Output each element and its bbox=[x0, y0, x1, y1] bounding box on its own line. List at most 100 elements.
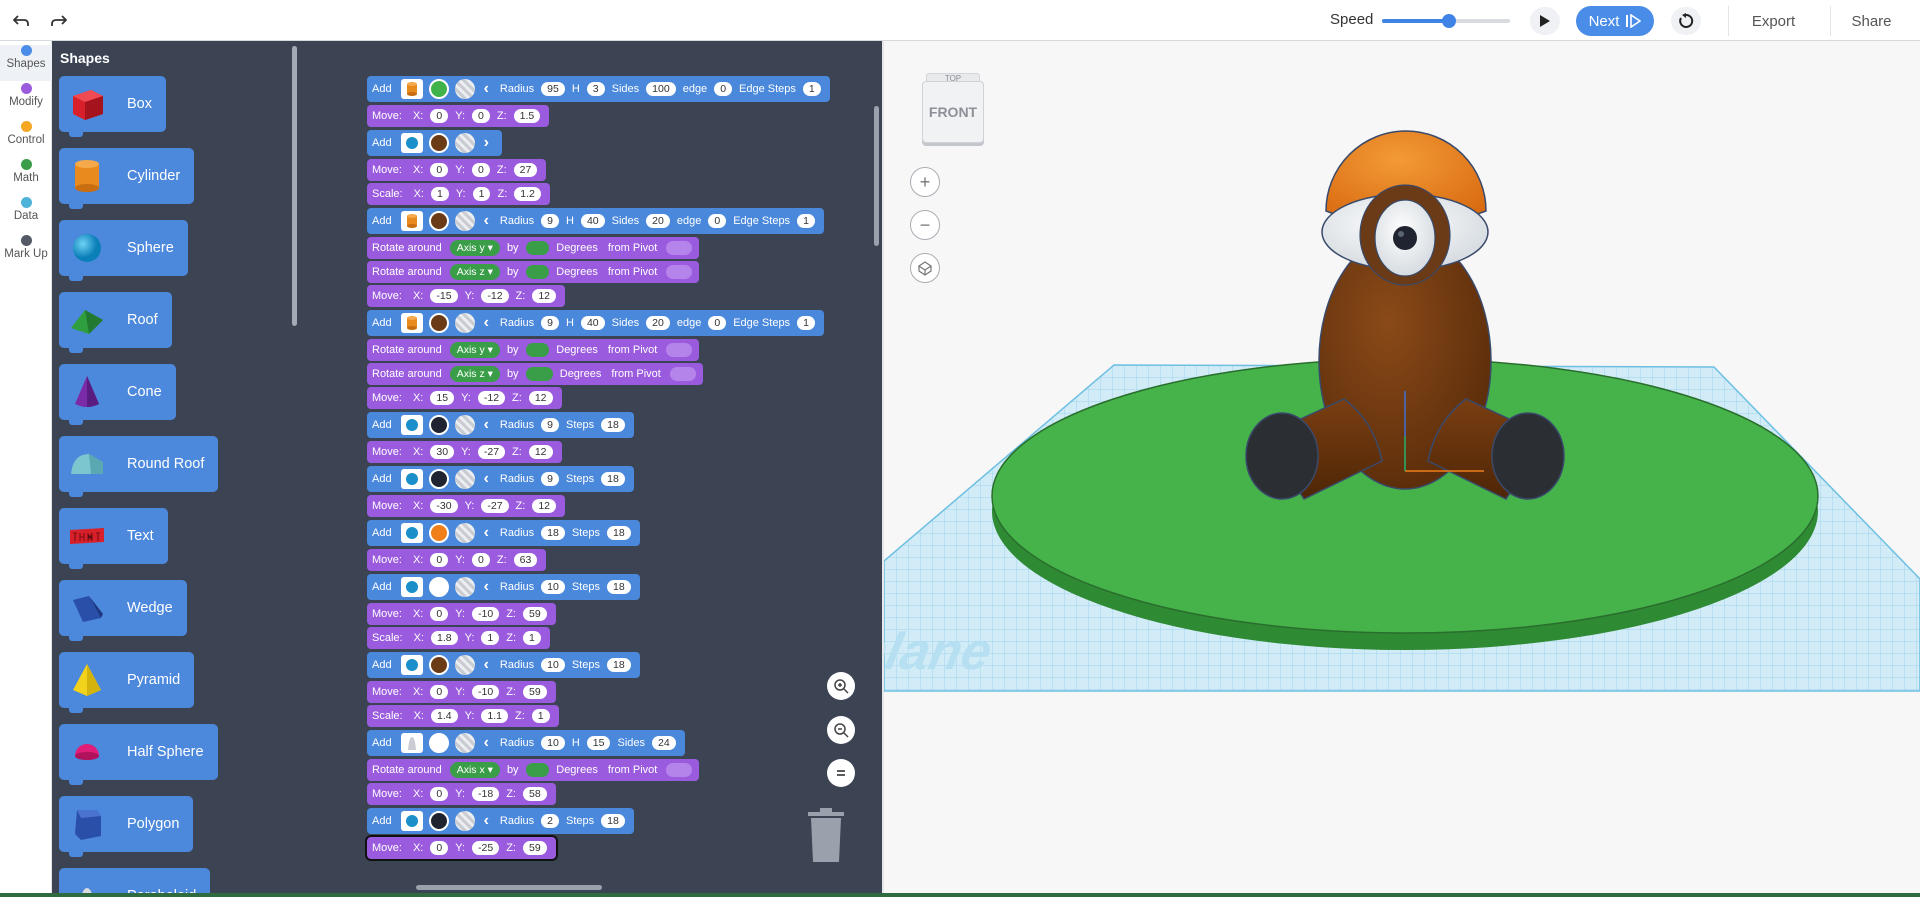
sphere-icon[interactable] bbox=[400, 523, 423, 543]
add-block[interactable]: Add ‹ Radius 9 H 40 Sides 20 edge 0 Edge Ste… bbox=[367, 208, 824, 234]
cylinder-icon[interactable] bbox=[400, 211, 423, 231]
speed-slider-thumb[interactable] bbox=[1441, 14, 1456, 28]
number-input[interactable]: 15 bbox=[586, 736, 611, 750]
axis-dropdown[interactable]: Axis z ▾ bbox=[449, 264, 500, 280]
number-input[interactable]: 10 bbox=[541, 580, 565, 594]
add-block[interactable]: Add ‹ Radius 10 Steps 18 bbox=[367, 652, 640, 678]
view-cube[interactable]: TOP FRONT bbox=[922, 73, 986, 145]
number-input[interactable]: -10 bbox=[472, 685, 500, 699]
hole-toggle[interactable] bbox=[454, 79, 475, 99]
number-input[interactable]: 1 bbox=[531, 709, 550, 723]
number-input[interactable]: 15 bbox=[430, 391, 455, 405]
chevron-left-icon[interactable]: ‹ bbox=[484, 416, 489, 434]
add-block[interactable]: Add ‹ Radius 18 Steps 18 bbox=[367, 520, 640, 546]
number-input[interactable]: -30 bbox=[430, 499, 458, 513]
share-button[interactable]: Share bbox=[1830, 6, 1912, 36]
play-button[interactable] bbox=[1530, 7, 1560, 35]
number-input[interactable]: -15 bbox=[430, 289, 458, 303]
chevron-left-icon[interactable]: ‹ bbox=[484, 656, 489, 674]
pivot-slot[interactable] bbox=[666, 343, 693, 357]
add-block[interactable]: Add ‹ Radius 9 H 40 Sides 20 edge 0 Edge Ste… bbox=[367, 310, 824, 336]
number-input[interactable]: 0 bbox=[714, 82, 733, 96]
number-input[interactable]: 24 bbox=[652, 736, 676, 750]
shape-pyramid[interactable]: Pyramid bbox=[59, 652, 195, 713]
move-block[interactable]: Move: X: 15 Y: -12 Z: 12 bbox=[367, 387, 562, 409]
shape-polygon[interactable]: Polygon bbox=[59, 796, 194, 857]
number-input[interactable]: 9 bbox=[541, 418, 559, 432]
chevron-right-icon[interactable]: › bbox=[484, 134, 489, 152]
hole-toggle[interactable] bbox=[454, 415, 475, 435]
rotate-block[interactable]: Rotate around Axis y ▾ by 90 Degrees from… bbox=[367, 339, 700, 361]
number-input[interactable]: 1 bbox=[523, 631, 541, 645]
number-input[interactable]: 3 bbox=[586, 82, 605, 96]
move-block[interactable]: Move: X: 0 Y: 0 Z: 1.5 bbox=[367, 105, 550, 127]
number-input[interactable]: 18 bbox=[601, 472, 625, 486]
number-input[interactable]: 0 bbox=[430, 163, 449, 177]
color-swatch[interactable] bbox=[428, 133, 449, 153]
viewport-home-button[interactable] bbox=[910, 253, 940, 283]
shape-half-sphere[interactable]: Half Sphere bbox=[59, 724, 218, 785]
viewport-zoom-in-button[interactable]: + bbox=[910, 167, 940, 197]
hole-toggle[interactable] bbox=[454, 211, 475, 231]
scale-block[interactable]: Scale: X: 1.8 Y: 1 Z: 1 bbox=[367, 627, 550, 649]
number-input[interactable]: 0 bbox=[472, 553, 490, 567]
export-button[interactable]: Export bbox=[1728, 6, 1818, 36]
number-input[interactable]: 0 bbox=[430, 841, 449, 855]
add-block[interactable]: Add ‹ Radius 9 Steps 18 bbox=[367, 466, 634, 492]
number-input[interactable]: 59 bbox=[522, 841, 547, 855]
number-input[interactable]: 1.8 bbox=[430, 631, 458, 645]
rotate-block[interactable]: Rotate around Axis z ▾ by -45 Degrees fro… bbox=[367, 363, 703, 385]
paraboloid-icon[interactable] bbox=[400, 733, 423, 753]
add-block[interactable]: Add ‹ Radius 10 H 15 Sides 24 bbox=[367, 730, 685, 756]
axis-dropdown[interactable]: Axis y ▾ bbox=[449, 240, 500, 256]
color-swatch[interactable] bbox=[428, 211, 449, 231]
move-block[interactable]: Move: X: 0 Y: 0 Z: 63 bbox=[367, 549, 547, 571]
move-block[interactable]: Move: X: 0 Y: 0 Z: 27 bbox=[367, 159, 547, 181]
degrees-input[interactable]: -45 bbox=[525, 367, 553, 381]
hole-toggle[interactable] bbox=[454, 811, 475, 831]
workspace-vertical-scrollbar[interactable] bbox=[874, 106, 879, 246]
viewport-zoom-out-button[interactable]: − bbox=[910, 210, 940, 240]
shape-round-roof[interactable]: Round Roof bbox=[59, 436, 219, 497]
zoom-out-button[interactable] bbox=[827, 716, 855, 744]
chevron-left-icon[interactable]: ‹ bbox=[484, 734, 489, 752]
category-modify[interactable]: Modify bbox=[0, 83, 52, 119]
hole-toggle[interactable] bbox=[454, 577, 475, 597]
number-input[interactable]: 10 bbox=[541, 736, 565, 750]
rotate-block[interactable]: Rotate around Axis y ▾ by 90 Degrees from… bbox=[367, 237, 700, 259]
color-swatch[interactable] bbox=[428, 811, 449, 831]
shape-text[interactable]: Text bbox=[59, 508, 168, 569]
number-input[interactable]: 9 bbox=[541, 472, 559, 486]
number-input[interactable]: -12 bbox=[477, 391, 506, 405]
number-input[interactable]: -10 bbox=[472, 607, 500, 621]
number-input[interactable]: 10 bbox=[541, 658, 565, 672]
flyout-scrollbar[interactable] bbox=[292, 46, 297, 326]
sphere-icon[interactable] bbox=[400, 655, 423, 675]
sphere-icon[interactable] bbox=[400, 469, 423, 489]
number-input[interactable]: 18 bbox=[606, 580, 631, 594]
number-input[interactable]: 40 bbox=[580, 214, 605, 228]
category-shapes[interactable]: Shapes bbox=[0, 45, 52, 81]
axis-dropdown[interactable]: Axis x ▾ bbox=[449, 762, 500, 778]
number-input[interactable]: 18 bbox=[601, 814, 625, 828]
category-math[interactable]: Math bbox=[0, 159, 52, 195]
number-input[interactable]: 18 bbox=[601, 418, 625, 432]
move-block[interactable]: Move: X: -30 Y: -27 Z: 12 bbox=[367, 495, 566, 517]
shape-box[interactable]: Box bbox=[59, 76, 166, 137]
number-input[interactable]: 0 bbox=[708, 316, 727, 330]
axis-dropdown[interactable]: Axis y ▾ bbox=[449, 342, 500, 358]
hole-toggle[interactable] bbox=[454, 733, 475, 753]
shape-wedge[interactable]: Wedge bbox=[59, 580, 187, 641]
hole-toggle[interactable] bbox=[454, 655, 475, 675]
number-input[interactable]: 100 bbox=[646, 82, 676, 96]
cylinder-icon[interactable] bbox=[400, 313, 423, 333]
3d-viewport[interactable]: orkplane TOP FRONT bbox=[884, 41, 1920, 897]
hole-toggle[interactable] bbox=[454, 469, 475, 489]
category-markup[interactable]: Mark Up bbox=[0, 235, 52, 271]
workspace-horizontal-scrollbar[interactable] bbox=[416, 885, 602, 890]
number-input[interactable]: 12 bbox=[532, 499, 557, 513]
number-input[interactable]: 63 bbox=[513, 553, 538, 567]
number-input[interactable]: 58 bbox=[522, 787, 547, 801]
number-input[interactable]: 1 bbox=[472, 187, 491, 201]
chevron-left-icon[interactable]: ‹ bbox=[484, 80, 489, 98]
